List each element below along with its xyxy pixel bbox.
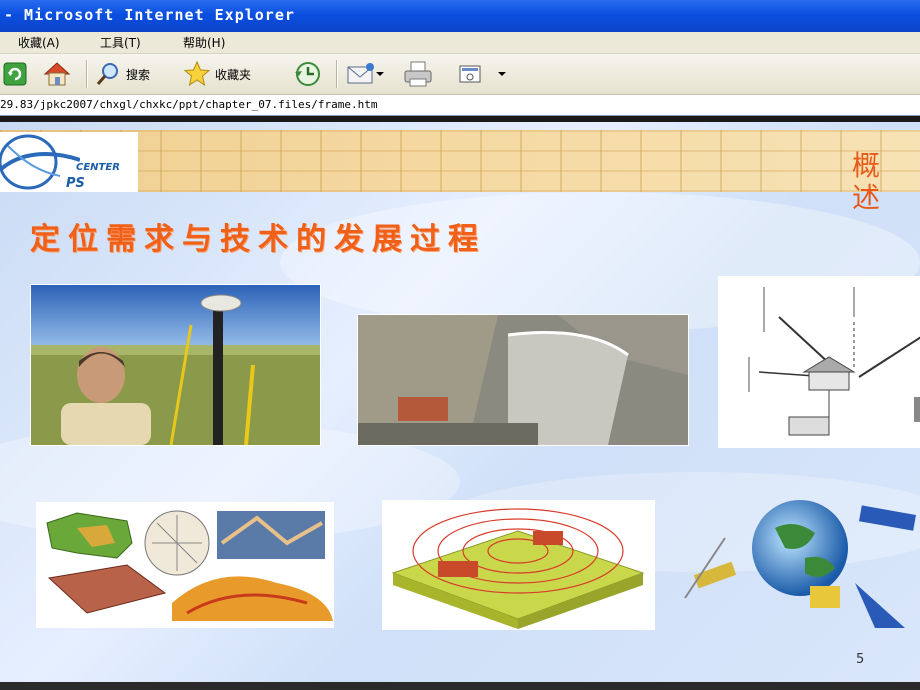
page-number: 5 (856, 652, 865, 667)
edit-page-icon (459, 65, 481, 83)
menu-help[interactable]: 帮助(H) (183, 34, 225, 51)
gps-center-logo: CENTER PS (0, 132, 138, 192)
slide-content: CENTER PS 概述 定位需求与技术的发展过程 5 (0, 122, 920, 682)
search-button[interactable]: 搜索 (94, 59, 150, 89)
surveyor-photo (30, 284, 321, 446)
header-banner (0, 130, 920, 192)
address-url[interactable]: 29.83/jpkc2007/chxgl/chxkc/ppt/chapter_0… (0, 98, 378, 111)
satellite-earth-graphic (684, 500, 916, 628)
mail-icon (347, 63, 374, 84)
refresh-button[interactable] (2, 59, 28, 89)
print-button[interactable] (402, 59, 434, 89)
maps-collage-image (37, 503, 333, 627)
bottom-border (0, 682, 920, 690)
window-titlebar[interactable]: - Microsoft Internet Explorer (0, 0, 920, 32)
home-button[interactable] (42, 59, 72, 89)
history-icon (295, 62, 320, 86)
printer-icon (404, 61, 432, 87)
edit-button[interactable] (458, 59, 484, 89)
dam-photo (357, 314, 689, 446)
mail-button[interactable] (346, 59, 384, 89)
gps-diagram-image (719, 277, 920, 447)
menu-favorites[interactable]: 收藏(A) (18, 34, 60, 51)
dam-image (358, 315, 688, 445)
star-icon (183, 60, 211, 87)
surveyor-image (31, 285, 320, 445)
logo-center-text: CENTER (76, 162, 120, 173)
satellite-earth-image (675, 498, 920, 638)
construction-gps-photo (382, 500, 655, 630)
slide-heading: 定位需求与技术的发展过程 (30, 222, 486, 257)
favorites-label: 收藏夹 (215, 67, 252, 82)
address-bar[interactable]: 29.83/jpkc2007/chxgl/chxkc/ppt/chapter_0… (0, 95, 920, 116)
history-button[interactable] (292, 59, 324, 89)
search-icon (96, 63, 118, 85)
chevron-down-icon (498, 72, 506, 76)
menu-tools[interactable]: 工具(T) (100, 34, 141, 51)
toolbar: 搜索 收藏夹 (0, 54, 920, 95)
logo-ps-text: PS (66, 176, 85, 191)
edit-dropdown[interactable] (498, 59, 506, 89)
chevron-down-icon (376, 72, 384, 76)
maps-collage (36, 502, 334, 628)
construction-gps-image (383, 501, 654, 629)
home-icon (43, 62, 71, 86)
side-title: 概述 (852, 149, 881, 214)
window-title: - Microsoft Internet Explorer (4, 6, 295, 24)
refresh-icon (3, 62, 27, 86)
menu-bar: 收藏(A) 工具(T) 帮助(H) (0, 32, 920, 54)
search-label: 搜索 (126, 67, 151, 82)
favorites-button[interactable]: 收藏夹 (183, 59, 251, 89)
gps-diagram (718, 276, 920, 448)
